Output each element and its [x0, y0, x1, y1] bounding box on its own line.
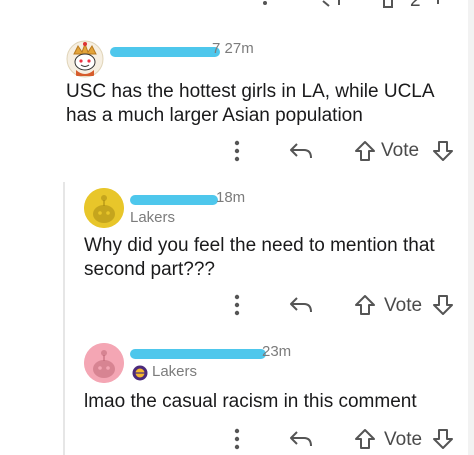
user-flair: Lakers [152, 363, 198, 380]
redacted-username [130, 349, 266, 359]
avatar[interactable] [84, 343, 124, 383]
more-options-icon[interactable] [228, 138, 246, 164]
upvote-icon[interactable] [352, 138, 378, 164]
redacted-username [110, 47, 220, 57]
upvote-icon[interactable] [352, 292, 378, 318]
reply-icon[interactable] [286, 292, 316, 318]
upvote-icon-top[interactable] [378, 0, 398, 10]
comment-timestamp: 18m [216, 189, 246, 206]
comment-body: lmao the casual racism in this comment [84, 391, 417, 412]
vote-label: Vote [384, 295, 423, 316]
thread-line-1 [63, 182, 65, 455]
reply-icon[interactable] [286, 426, 316, 452]
downvote-icon-top[interactable] [434, 0, 450, 8]
top-vote-count: 2 [410, 0, 421, 11]
comment-timestamp: 23m [262, 343, 292, 360]
upvote-icon[interactable] [352, 426, 378, 452]
user-flair: Lakers [130, 209, 176, 226]
vote-label: Vote [384, 429, 423, 450]
vote-label: Vote [381, 140, 420, 161]
avatar[interactable] [84, 188, 124, 228]
comment-timestamp: 7 27m [212, 40, 254, 57]
downvote-icon[interactable] [430, 138, 456, 164]
downvote-icon[interactable] [430, 426, 456, 452]
more-options-icon[interactable] [228, 426, 246, 452]
reply-icon-top[interactable] [318, 0, 344, 8]
more-options-icon-top[interactable] [258, 0, 272, 8]
lakers-flair-icon [132, 365, 148, 381]
right-edge-strip [468, 0, 474, 455]
downvote-icon[interactable] [430, 292, 456, 318]
redacted-username [130, 195, 218, 205]
reply-icon[interactable] [286, 138, 316, 164]
comment-body: USC has the hottest girls in LA, while U… [66, 81, 434, 126]
comment-body: Why did you feel the need to mention tha… [84, 235, 435, 280]
avatar[interactable] [66, 40, 104, 78]
more-options-icon[interactable] [228, 292, 246, 318]
